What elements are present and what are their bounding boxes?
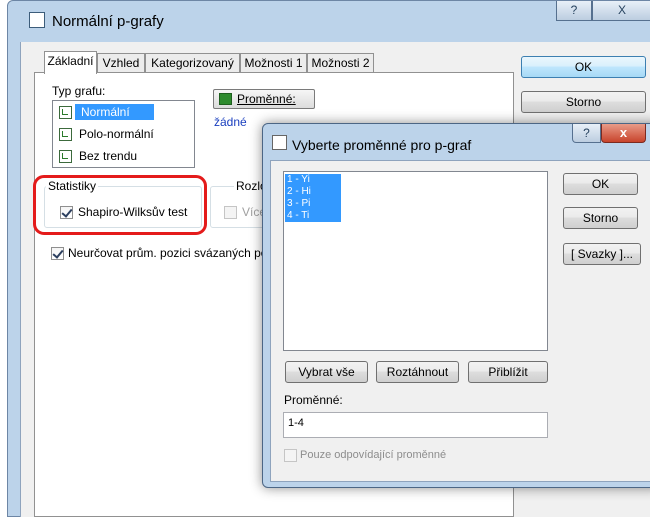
main-help-button[interactable]: ? — [556, 1, 592, 21]
main-close-button[interactable]: X — [592, 1, 650, 21]
variables-button[interactable]: Proměnné: — [213, 89, 315, 109]
variables-icon — [219, 93, 232, 105]
variables-button-label: Proměnné: — [237, 92, 296, 106]
normal-plot-icon — [59, 106, 72, 119]
tab-basic[interactable]: Základní — [44, 51, 97, 74]
dialog-help-button[interactable]: ? — [572, 124, 601, 143]
chart-type-detrended-label: Bez trendu — [79, 149, 138, 163]
chart-type-half-normal[interactable]: Polo-normální — [57, 126, 191, 144]
variables-value: žádné — [214, 115, 247, 129]
zoom-button[interactable]: Přiblížit — [468, 361, 548, 383]
tab-options-2[interactable]: Možnosti 2 — [307, 53, 374, 73]
main-window-title: Normální p-grafy — [52, 13, 164, 30]
multiple-checkbox — [224, 206, 237, 219]
chart-type-list[interactable]: Normální Polo-normální Bez trendu — [52, 100, 195, 168]
chart-window-icon — [29, 12, 45, 28]
highlight-annotation — [33, 175, 207, 235]
tab-appearance[interactable]: Vzhled — [97, 53, 145, 73]
chart-type-label: Typ grafu: — [52, 84, 106, 98]
half-normal-plot-icon — [59, 128, 72, 141]
dialog-variables-label: Proměnné: — [284, 393, 343, 407]
tab-categorized[interactable]: Kategorizovaný — [145, 53, 240, 73]
ties-label: Neurčovat prům. pozici svázaných po — [68, 246, 262, 260]
chart-type-half-normal-label: Polo-normální — [79, 127, 154, 141]
variables-input[interactable]: 1-4 — [283, 412, 548, 438]
expand-button[interactable]: Roztáhnout — [376, 361, 459, 383]
main-cancel-button[interactable]: Storno — [521, 91, 646, 113]
bundles-button[interactable]: [ Svazky ]... — [563, 243, 641, 265]
variable-item[interactable]: 3 - Pi — [285, 198, 341, 210]
select-all-button[interactable]: Vybrat vše — [285, 361, 368, 383]
dialog-cancel-button[interactable]: Storno — [563, 207, 638, 229]
variable-item[interactable]: 1 - Yi — [285, 174, 341, 186]
detrended-plot-icon — [59, 150, 72, 163]
dialog-app-icon — [272, 135, 287, 150]
dialog-close-button[interactable]: x — [601, 124, 646, 143]
only-matching-checkbox — [284, 449, 297, 462]
only-matching-label: Pouze odpovídající proměnné — [300, 449, 447, 461]
chart-type-normal-label: Normální — [75, 104, 154, 120]
ties-checkbox[interactable] — [51, 247, 64, 260]
main-ok-button[interactable]: OK — [521, 56, 646, 78]
chart-type-detrended[interactable]: Bez trendu — [57, 148, 191, 166]
variable-item[interactable]: 2 - Hi — [285, 186, 341, 198]
variable-list[interactable]: 1 - Yi 2 - Hi 3 - Pi 4 - Ti — [283, 171, 548, 351]
tab-options-1[interactable]: Možnosti 1 — [240, 53, 307, 73]
dialog-title: Vyberte proměnné pro p-graf — [292, 137, 472, 153]
variable-item[interactable]: 4 - Ti — [285, 210, 341, 222]
dialog-ok-button[interactable]: OK — [563, 173, 638, 195]
chart-type-normal[interactable]: Normální — [57, 104, 191, 122]
